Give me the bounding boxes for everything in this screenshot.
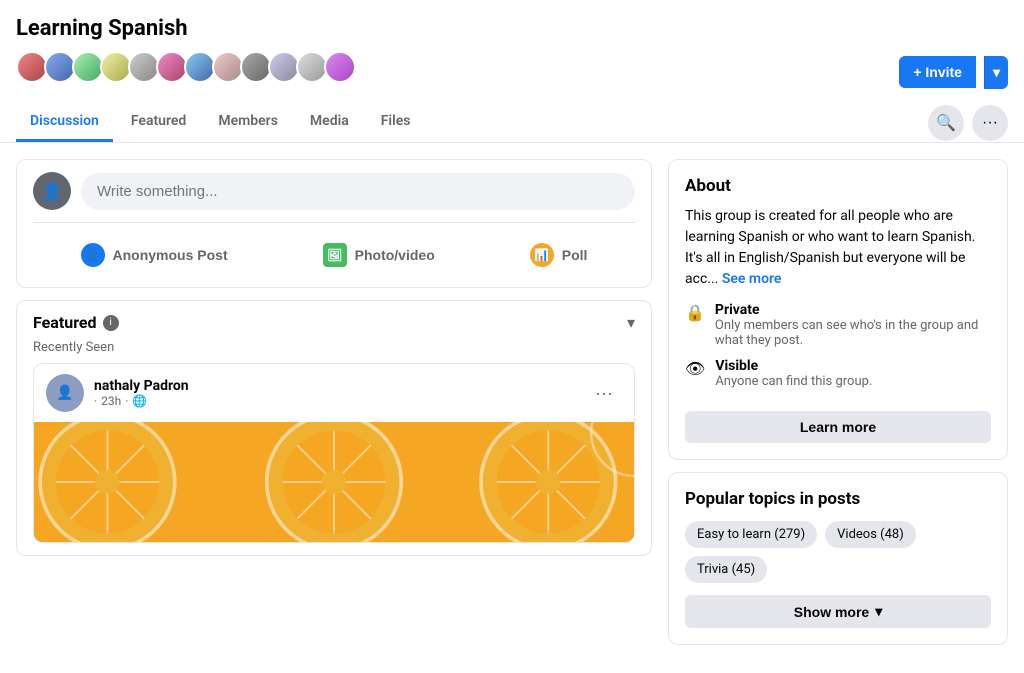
avatar — [324, 51, 356, 83]
tab-discussion[interactable]: Discussion — [16, 103, 113, 142]
eye-icon: 👁 — [685, 359, 705, 378]
post-time: · — [94, 394, 97, 408]
about-title: About — [685, 176, 991, 196]
main-content: 👤 👤 Anonymous Post 🖼 Photo/video 📊 — [0, 143, 1024, 673]
info-icon[interactable]: i — [103, 315, 119, 331]
about-card: About This group is created for all peop… — [668, 159, 1008, 460]
post-author-info: nathaly Padron · 23h · 🌐 — [94, 378, 576, 408]
poll-button[interactable]: 📊 Poll — [514, 235, 604, 275]
post-ellipsis-icon: ··· — [595, 383, 613, 404]
tab-members[interactable]: Members — [204, 103, 292, 142]
header-actions: + Invite ▾ — [899, 56, 1008, 89]
post-author-avatar: 👤 — [46, 374, 84, 412]
user-avatar: 👤 — [33, 172, 71, 210]
post-box: 👤 👤 Anonymous Post 🖼 Photo/video 📊 — [16, 159, 652, 288]
group-title: Learning Spanish — [16, 16, 1008, 41]
left-column: 👤 👤 Anonymous Post 🖼 Photo/video 📊 — [16, 159, 652, 657]
post-time-value: 23h — [101, 394, 121, 408]
invite-dropdown-button[interactable]: ▾ — [984, 56, 1008, 89]
nav-right-icons: 🔍 ··· — [928, 105, 1008, 141]
poll-icon: 📊 — [530, 243, 554, 267]
post-more-button[interactable]: ··· — [586, 375, 622, 411]
chevron-down-icon: ▾ — [993, 64, 1000, 80]
about-description: This group is created for all people who… — [685, 206, 991, 290]
citrus-image — [34, 422, 634, 542]
post-actions-row: 👤 Anonymous Post 🖼 Photo/video 📊 Poll — [33, 235, 635, 275]
post-card: 👤 nathaly Padron · 23h · 🌐 — [33, 363, 635, 543]
more-options-button[interactable]: ··· — [972, 105, 1008, 141]
right-column: About This group is created for all peop… — [668, 159, 1008, 657]
featured-title-row: Featured i — [33, 313, 119, 332]
about-visible-item: 👁 Visible Anyone can find this group. — [685, 358, 991, 389]
post-card-image — [34, 422, 634, 542]
user-icon: 👤 — [42, 182, 62, 201]
member-avatars — [16, 51, 356, 83]
post-meta: · 23h · 🌐 — [94, 394, 576, 408]
anonymous-post-button[interactable]: 👤 Anonymous Post — [65, 235, 244, 275]
topic-tags: Easy to learn (279) Videos (48) Trivia (… — [685, 521, 991, 583]
visible-desc: Anyone can find this group. — [715, 374, 872, 389]
chevron-down-icon: ▾ — [875, 603, 882, 620]
about-privacy-item: 🔒 Private Only members can see who's in … — [685, 302, 991, 348]
popular-topics-card: Popular topics in posts Easy to learn (2… — [668, 472, 1008, 645]
featured-section: Featured i ▾ Recently Seen 👤 nathaly Pad… — [16, 300, 652, 556]
recently-seen-label: Recently Seen — [33, 340, 635, 355]
topic-tag-videos[interactable]: Videos (48) — [825, 521, 916, 548]
post-card-header: 👤 nathaly Padron · 23h · 🌐 — [34, 364, 634, 422]
tab-featured[interactable]: Featured — [117, 103, 200, 142]
privacy-label: Private — [715, 302, 991, 318]
topic-tag-easy[interactable]: Easy to learn (279) — [685, 521, 817, 548]
popular-topics-title: Popular topics in posts — [685, 489, 991, 509]
featured-title: Featured — [33, 313, 97, 332]
search-icon: 🔍 — [936, 113, 956, 133]
photo-video-button[interactable]: 🖼 Photo/video — [307, 235, 451, 275]
globe-icon: 🌐 — [132, 394, 147, 408]
featured-collapse-icon[interactable]: ▾ — [627, 313, 635, 332]
tab-media[interactable]: Media — [296, 103, 363, 142]
search-button[interactable]: 🔍 — [928, 105, 964, 141]
post-author-name: nathaly Padron — [94, 378, 576, 394]
photo-icon: 🖼 — [323, 243, 347, 267]
featured-header: Featured i ▾ — [33, 313, 635, 332]
invite-button[interactable]: + Invite — [899, 56, 976, 88]
nav-tabs: Discussion Featured Members Media Files … — [16, 103, 1008, 142]
show-more-label: Show more — [794, 604, 869, 620]
post-time-dot: · — [125, 394, 128, 408]
anonymous-icon: 👤 — [81, 243, 105, 267]
lock-icon: 🔒 — [685, 303, 705, 322]
privacy-desc: Only members can see who's in the group … — [715, 318, 991, 348]
visible-label: Visible — [715, 358, 872, 374]
tab-files[interactable]: Files — [367, 103, 425, 142]
show-more-button[interactable]: Show more ▾ — [685, 595, 991, 628]
avatar-icon: 👤 — [56, 385, 73, 401]
topic-tag-trivia[interactable]: Trivia (45) — [685, 556, 767, 583]
post-input-row: 👤 — [33, 172, 635, 223]
learn-more-button[interactable]: Learn more — [685, 411, 991, 443]
see-more-link[interactable]: See more — [722, 271, 782, 287]
ellipsis-icon: ··· — [982, 114, 998, 132]
post-input[interactable] — [81, 173, 635, 210]
